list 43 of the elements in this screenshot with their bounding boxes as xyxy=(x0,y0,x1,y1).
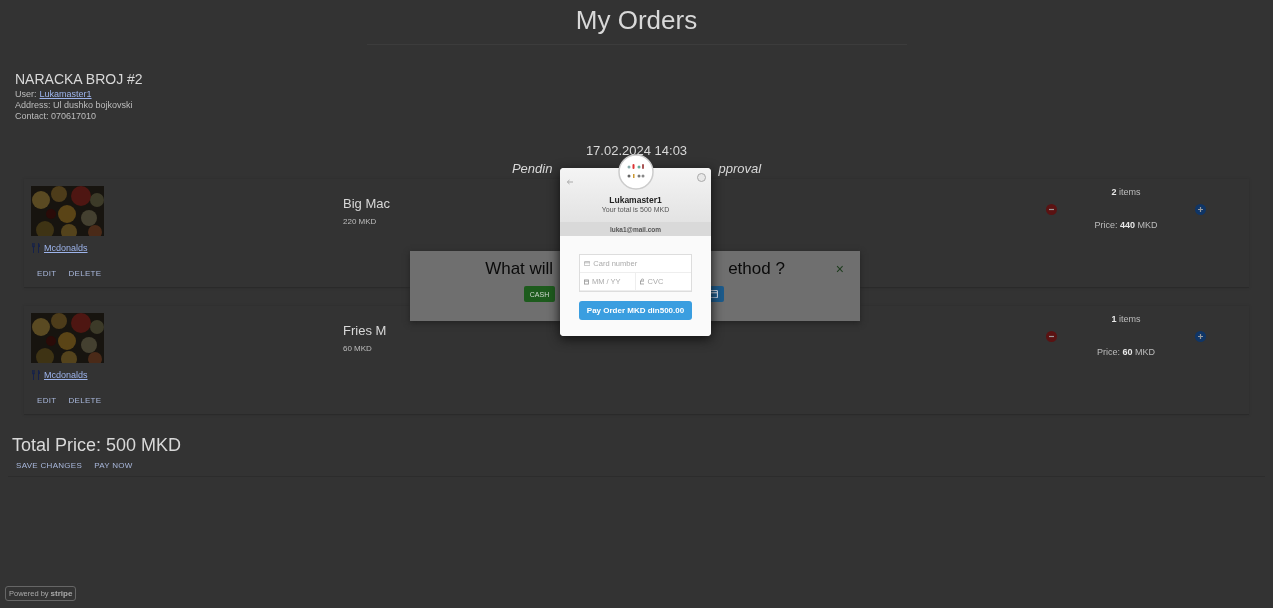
user-label: User: xyxy=(15,89,37,99)
product-name: Big Mac xyxy=(343,196,390,211)
restaurant-link[interactable]: Mcdonalds xyxy=(31,370,88,380)
user-link[interactable]: Lukamaster1 xyxy=(39,89,92,99)
increase-button[interactable] xyxy=(1195,331,1206,342)
lock-icon xyxy=(639,278,645,285)
pay-now-button[interactable]: PAY NOW xyxy=(88,461,139,470)
restaurant-link[interactable]: Mcdonalds xyxy=(31,243,88,253)
item-total: Price: 440 MKD xyxy=(1094,220,1158,230)
edit-button[interactable]: EDIT xyxy=(31,396,63,405)
increase-button[interactable] xyxy=(1195,204,1206,215)
minus-icon xyxy=(1048,333,1055,340)
card-icon xyxy=(584,260,591,267)
order-date: 17.02.2024 14:03 xyxy=(585,143,688,158)
order-status: Pendin xyxy=(511,161,553,176)
page-title: My Orders xyxy=(574,4,699,36)
plus-icon xyxy=(1197,206,1204,213)
order-heading: NARACKA BROJ #2 xyxy=(15,71,144,87)
logo-icon xyxy=(618,154,654,190)
total-price: Total Price: 500 MKD xyxy=(11,434,183,456)
edit-button[interactable]: EDIT xyxy=(31,269,63,278)
item-count: 2 items xyxy=(1111,187,1141,197)
item-count: 1 items xyxy=(1111,314,1141,324)
item-total: Price: 60 MKD xyxy=(1097,347,1155,357)
order-status: pproval xyxy=(718,161,762,176)
address-text: Address: Ul dushko bojkovski xyxy=(15,100,133,110)
merchant-name: Lukamaster1 xyxy=(609,195,662,205)
delete-button[interactable]: DELETE xyxy=(62,269,108,278)
contact-text: Contact: 070617010 xyxy=(15,111,97,121)
dialog-title: What will xyxy=(485,259,554,279)
plus-icon xyxy=(1197,333,1204,340)
product-price: 60 MKD xyxy=(343,344,372,353)
delete-button[interactable]: DELETE xyxy=(62,396,108,405)
minus-icon xyxy=(1048,206,1055,213)
product-name: Fries M xyxy=(343,323,387,338)
decrease-button[interactable] xyxy=(1046,204,1057,215)
fork-knife-icon xyxy=(31,243,41,253)
save-changes-button[interactable]: SAVE CHANGES xyxy=(10,461,89,470)
decrease-button[interactable] xyxy=(1046,331,1057,342)
calendar-icon xyxy=(584,278,589,285)
fork-knife-icon xyxy=(31,370,41,380)
product-price: 220 MKD xyxy=(343,217,377,226)
dialog-title: ethod ? xyxy=(728,259,785,279)
